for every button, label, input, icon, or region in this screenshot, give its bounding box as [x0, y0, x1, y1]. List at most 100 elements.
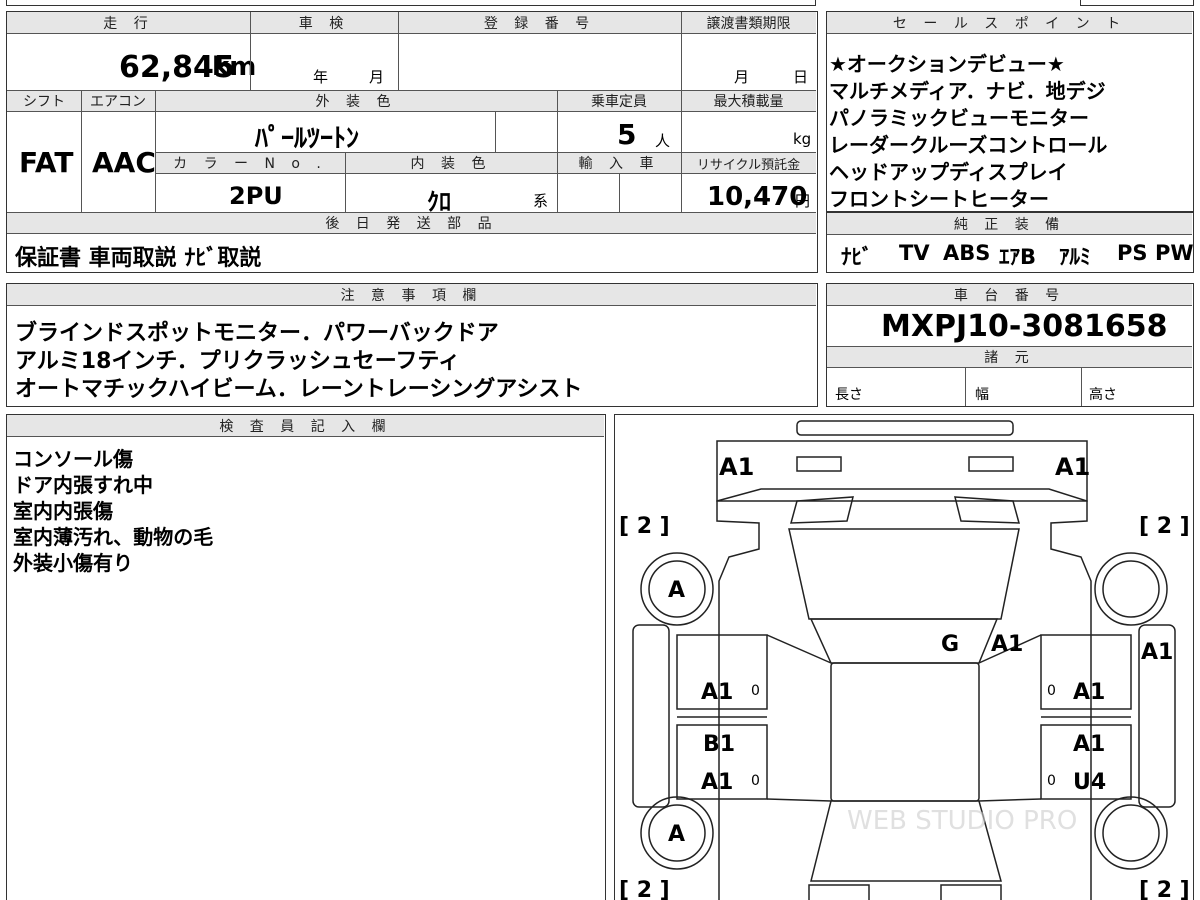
mark-bracket-bl: [ 2 ]	[619, 878, 670, 900]
mark-bracket-br: [ 2 ]	[1139, 878, 1190, 900]
inspector-line: 室内薄汚れ、動物の毛	[13, 525, 214, 549]
capacity-value: 5	[617, 118, 637, 151]
deadline-day: 日	[793, 68, 809, 86]
inspector-line: コンソール傷	[13, 447, 133, 471]
wheel-front-right	[1094, 552, 1168, 626]
grid-line	[398, 12, 399, 90]
inspector-line: 室内内張傷	[13, 499, 113, 523]
sales-point-item: パノラミックビューモニター	[829, 106, 1089, 130]
grid-line	[681, 12, 682, 212]
chassis-box: 車 台 番 号 MXPJ10-3081658 諸 元 長さ 幅 高さ	[826, 283, 1194, 407]
inspection-month: 月	[369, 68, 385, 86]
interior-color-suffix: 系	[533, 192, 549, 210]
spec-width: 幅	[975, 387, 989, 403]
car-diagram-box: A1 A1 [ 2 ] [ 2 ] [ 2 ] [ 2 ] A A G A1 A…	[614, 414, 1194, 900]
headlight-left	[796, 456, 842, 472]
inspector-box: 検 査 員 記 入 欄 コンソール傷 ドア内張すれ中 室内内張傷 室内薄汚れ、動…	[6, 414, 606, 900]
body-outline	[716, 488, 1092, 900]
shift-value: FAT	[19, 146, 74, 179]
mark-right-front-door: A1	[1073, 680, 1105, 705]
car-diagram: A1 A1 [ 2 ] [ 2 ] [ 2 ] [ 2 ] A A G A1 A…	[619, 420, 1190, 900]
grid-line	[965, 368, 966, 406]
mark-bracket-tr: [ 2 ]	[1139, 514, 1190, 539]
interior-color-header: 内 装 色	[345, 152, 557, 174]
spec-length: 長さ	[835, 387, 863, 403]
sales-point-item: レーダークルーズコントロール	[829, 133, 1108, 157]
recycle-header: リサイクル預託金	[681, 152, 816, 174]
equipment-item: PW	[1155, 241, 1194, 265]
mark-left-rear-top: B1	[703, 732, 735, 757]
mark-left-front-door: A1	[701, 680, 733, 705]
inspector-line: 外装小傷有り	[13, 551, 133, 575]
roof	[809, 618, 999, 664]
mark-right-rear-top: A1	[1073, 732, 1105, 757]
sales-point-item: ヘッドアップディスプレイ	[829, 160, 1068, 184]
wheel-rear-right	[1094, 796, 1168, 870]
chassis-header: 車 台 番 号	[827, 284, 1192, 306]
equipment-item: TV	[899, 241, 930, 265]
deadline-month: 月	[734, 68, 750, 86]
grid-line	[7, 90, 816, 91]
watermark: WEB STUDIO PRO	[847, 806, 1077, 836]
mark-wheel-fl: A	[668, 578, 685, 603]
notes-header: 注 意 事 項 欄	[7, 284, 816, 306]
chassis-number: MXPJ10-3081658	[881, 309, 1168, 344]
deadline-header: 譲渡書類期限	[681, 12, 816, 34]
inspector-header: 検 査 員 記 入 欄	[7, 415, 604, 437]
registration-header: 登 録 番 号	[398, 12, 681, 34]
equipment-item: ｱﾙﾐ	[1059, 245, 1091, 269]
notes-line: オートマチックハイビーム．レーントレーシングアシスト	[15, 377, 583, 402]
grid-line	[250, 12, 251, 90]
equipment-item: PS	[1117, 241, 1148, 265]
recycle-unit: 円	[795, 192, 811, 210]
aircon-value: AAC	[92, 146, 156, 179]
max-load-unit: kg	[793, 130, 812, 148]
color-no-header: カ ラ ー N o .	[155, 152, 345, 174]
later-parts-header: 後 日 発 送 部 品	[7, 212, 816, 234]
mark-zero: 0	[1047, 683, 1056, 699]
sales-point-item: フロントシートヒーター	[829, 187, 1049, 211]
genuine-equipment-box: 純 正 装 備 ﾅﾋﾞ TV ABS ｴｱB ｱﾙﾐ PS PW	[826, 212, 1194, 273]
shift-header: シフト	[7, 90, 81, 112]
mark-wheel-rl: A	[668, 822, 685, 847]
capacity-header: 乗車定員	[557, 90, 681, 112]
mark-left-rear-bottom: A1	[701, 770, 733, 795]
mark-windshield-g: G	[941, 632, 959, 657]
inspector-line: ドア内張すれ中	[13, 473, 153, 497]
recycle-value: 10,470	[707, 182, 808, 212]
equipment-item: ｴｱB	[999, 245, 1037, 269]
mark-right-rear-bottom: U4	[1073, 770, 1106, 795]
capacity-unit: 人	[655, 132, 671, 150]
exterior-color-header: 外 装 色	[155, 90, 557, 112]
sales-points-box: セ ー ル ス ポ イ ン ト ★オークションデビュー★ マルチメディア．ナビ．…	[826, 11, 1194, 212]
grid-line	[7, 212, 816, 213]
rear-bumper	[808, 884, 870, 900]
aircon-header: エアコン	[81, 90, 155, 112]
wheel-front-right-inner	[1102, 560, 1160, 618]
spec-height: 高さ	[1089, 387, 1117, 403]
inspection-year: 年	[313, 68, 329, 86]
mileage-header: 走 行	[7, 12, 250, 34]
roof-panel	[830, 662, 980, 802]
hood	[716, 440, 1088, 502]
grid-line	[495, 112, 496, 152]
mark-right-fender: A1	[1141, 640, 1173, 665]
later-parts-value: 保証書 車両取説 ﾅﾋﾞ取説	[15, 246, 262, 271]
top-strip	[6, 0, 816, 6]
mark-bracket-tl: [ 2 ]	[619, 514, 670, 539]
rear-bumper-right	[940, 884, 1002, 900]
exterior-color-value: ﾊﾟｰﾙﾂｰﾄﾝ	[255, 124, 360, 154]
inspection-header: 車 検	[250, 12, 398, 34]
equipment-item: ABS	[943, 241, 991, 265]
grid-line	[155, 90, 156, 212]
grid-line	[619, 174, 620, 212]
windshield	[788, 528, 1020, 620]
sales-point-item: マルチメディア．ナビ．地デジ	[829, 79, 1106, 103]
wheel-rear-right-inner	[1102, 804, 1160, 862]
front-bumper	[796, 420, 1014, 436]
grid-line	[1081, 368, 1082, 406]
sales-points-header: セ ー ル ス ポ イ ン ト	[827, 12, 1192, 34]
left-sill	[632, 624, 670, 808]
notes-box: 注 意 事 項 欄 ブラインドスポットモニター．パワーバックドア アルミ18イン…	[6, 283, 818, 407]
headlight-right	[968, 456, 1014, 472]
